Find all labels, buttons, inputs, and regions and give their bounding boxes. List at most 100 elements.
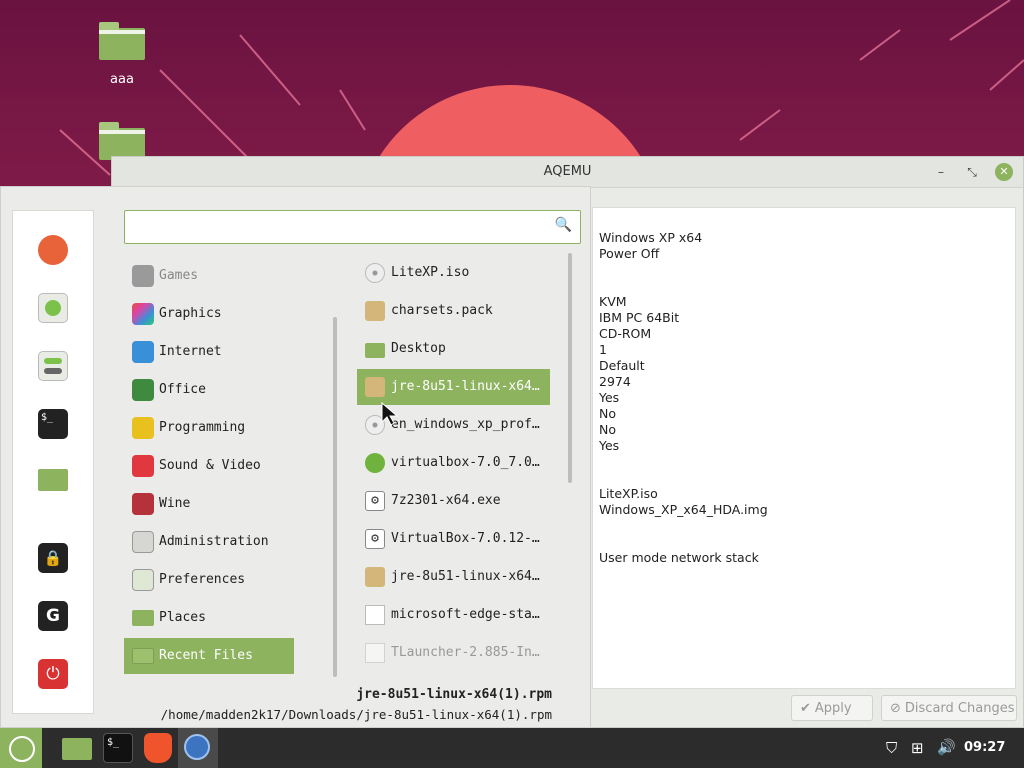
category-games[interactable]: Games (124, 258, 294, 294)
software-manager-icon[interactable] (38, 293, 68, 323)
search-input[interactable] (131, 216, 555, 240)
document-icon (365, 605, 385, 625)
vm-name: Windows XP x64 (599, 230, 703, 245)
category-label: Sound & Video (159, 458, 261, 473)
lock-screen-icon[interactable]: 🔒 (38, 543, 68, 573)
category-programming[interactable]: Programming (124, 410, 294, 446)
recent-file-item[interactable]: jre-8u51-linux-x64.rpm (357, 559, 550, 595)
mint-menu-icon[interactable] (0, 728, 42, 768)
clock[interactable]: 09:27 (964, 740, 1005, 755)
recent-file-item[interactable]: charsets.pack (357, 293, 550, 329)
vm-properties-panel: Windows XP x64 Power Off KVM IBM PC 64Bi… (592, 207, 1016, 689)
disc-icon (365, 263, 385, 283)
terminal-icon[interactable]: $_ (103, 733, 133, 763)
property-value: Yes (599, 390, 620, 405)
property-value: No (599, 422, 616, 437)
close-button[interactable]: ✕ (995, 163, 1013, 181)
file-label: LiteXP.iso (391, 265, 470, 280)
apply-button[interactable]: ✔ Apply (791, 695, 873, 721)
play-icon (132, 455, 154, 477)
category-places[interactable]: Places (124, 600, 294, 636)
file-label: TLauncher-2.885-Installer.exe (391, 645, 547, 660)
recent-file-item[interactable]: Desktop (357, 331, 550, 367)
application-menu: $_ 🔒 G ⏻ 🔍 Games Graphics Internet Offic… (0, 186, 591, 728)
favorites-bar: $_ 🔒 G ⏻ (12, 210, 94, 714)
file-label: Desktop (391, 341, 446, 356)
maximize-button[interactable]: ⤡ (963, 163, 981, 181)
category-wine[interactable]: Wine (124, 486, 294, 522)
category-office[interactable]: Office (124, 372, 294, 408)
package-icon (365, 567, 385, 587)
gamepad-icon (132, 265, 154, 287)
category-label: Places (159, 610, 206, 625)
shield-icon[interactable]: ⛉ (886, 739, 897, 757)
property-value: Default (599, 358, 645, 373)
search-box[interactable]: 🔍 (124, 210, 581, 244)
recent-file-item[interactable]: ⚙ 7z2301-x64.exe (357, 483, 550, 519)
file-label: VirtualBox-7.0.12-Win.exe (391, 531, 547, 546)
volume-icon[interactable]: 🔊 (937, 738, 956, 756)
minimize-button[interactable]: – (932, 163, 950, 181)
recent-file-item[interactable]: TLauncher-2.885-Installer.exe (357, 635, 550, 671)
system-settings-icon[interactable] (38, 351, 68, 381)
graphics-icon (132, 303, 154, 325)
recent-file-item[interactable]: LiteXP.iso (357, 255, 550, 291)
search-icon: 🔍 (554, 217, 572, 233)
category-label: Office (159, 382, 206, 397)
category-internet[interactable]: Internet (124, 334, 294, 370)
globe-icon (365, 453, 385, 473)
package-icon (365, 301, 385, 321)
network-icon[interactable]: ⊞ (911, 739, 924, 757)
media-item: Windows_XP_x64_HDA.img (599, 502, 768, 517)
folder-icon (99, 22, 145, 60)
cancel-icon: ⊘ (890, 701, 901, 716)
category-recent-files[interactable]: Recent Files (124, 638, 294, 674)
terminal-icon[interactable]: $_ (38, 409, 68, 439)
category-label: Wine (159, 496, 191, 511)
discard-changes-button[interactable]: ⊘ Discard Changes (881, 695, 1017, 721)
file-label: 7z2301-x64.exe (391, 493, 501, 508)
category-scrollbar[interactable] (333, 317, 337, 677)
apply-label: Apply (814, 701, 852, 716)
files-folder-icon[interactable] (62, 738, 92, 760)
office-icon (132, 379, 154, 401)
gear-icon: ⚙ (365, 529, 385, 549)
category-label: Games (159, 268, 199, 283)
recent-file-item[interactable]: virtualbox-7.0_7.0.12.deb (357, 445, 550, 481)
administration-icon (132, 531, 154, 553)
window-titlebar[interactable]: AQEMU – ⤡ ✕ (112, 157, 1023, 188)
document-icon (365, 643, 385, 663)
programming-icon (132, 417, 154, 439)
files-scrollbar[interactable] (568, 253, 572, 483)
desktop-folder-aaa[interactable]: aaa (92, 22, 152, 87)
category-preferences[interactable]: Preferences (124, 562, 294, 598)
power-icon[interactable]: ⏻ (38, 659, 68, 689)
aqemu-app-icon[interactable] (178, 728, 218, 768)
package-icon (365, 377, 385, 397)
desktop-folder-label: aaa (110, 72, 134, 87)
recent-files-icon (132, 648, 154, 664)
file-label: charsets.pack (391, 303, 493, 318)
category-label: Programming (159, 420, 246, 435)
category-label: Preferences (159, 572, 246, 587)
files-folder-icon[interactable] (38, 469, 68, 491)
file-label: en_windows_xp_professional.iso (391, 417, 547, 432)
logout-icon[interactable]: G (38, 601, 68, 631)
category-graphics[interactable]: Graphics (124, 296, 294, 332)
brave-browser-icon[interactable] (144, 733, 172, 763)
firefox-icon[interactable] (38, 235, 68, 265)
recent-file-item[interactable]: ⚙ VirtualBox-7.0.12-Win.exe (357, 521, 550, 557)
category-label: Administration (159, 534, 269, 549)
property-value: No (599, 406, 616, 421)
property-value: CD-ROM (599, 326, 652, 341)
file-label: jre-8u51-linux-x64(1).rpm (391, 379, 547, 394)
recent-file-item[interactable]: microsoft-edge-stable.deb (357, 597, 550, 633)
recent-file-item-selected[interactable]: jre-8u51-linux-x64(1).rpm (357, 369, 550, 405)
category-administration[interactable]: Administration (124, 524, 294, 560)
category-label: Internet (159, 344, 222, 359)
mouse-cursor-icon (381, 402, 399, 426)
property-value: KVM (599, 294, 627, 309)
category-sound-video[interactable]: Sound & Video (124, 448, 294, 484)
property-value: 1 (599, 342, 607, 357)
wine-icon (132, 493, 154, 515)
